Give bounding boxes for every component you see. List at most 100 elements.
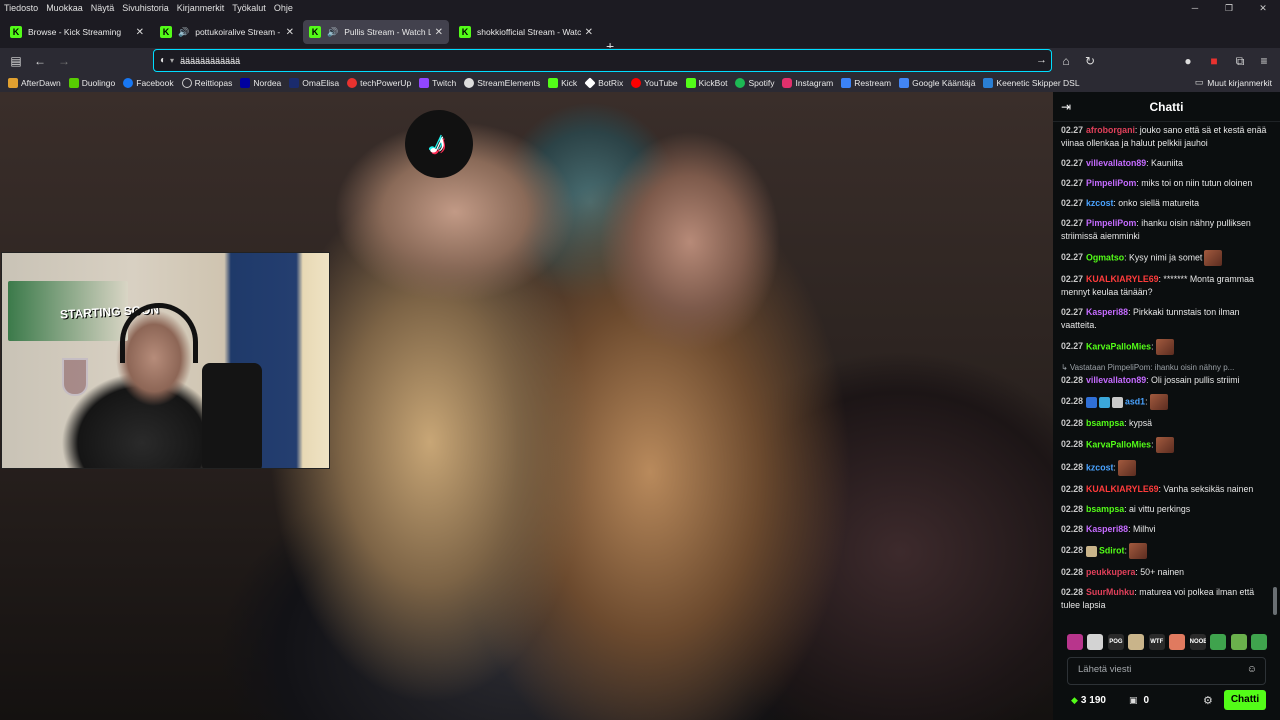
video-player[interactable]: ♪ STARTING SOON [0, 92, 1053, 720]
tab-close-icon[interactable]: ✕ [136, 27, 144, 38]
kick-favicon-icon: K [309, 26, 321, 38]
bookmark-kick[interactable]: Kick [548, 78, 577, 88]
minimize-icon[interactable]: ─ [1178, 0, 1212, 16]
forward-icon[interactable]: → [56, 53, 72, 69]
gift-counter[interactable]: ▣ 0 [1129, 695, 1149, 706]
message-username[interactable]: Ogmatso [1086, 252, 1124, 262]
bookmark-youtube[interactable]: YouTube [631, 78, 678, 88]
tab-pullis-active[interactable]: K 🔊 Pullis Stream - Watch Live o ✕ [303, 20, 449, 44]
bookmark-streamelements[interactable]: StreamElements [464, 78, 540, 88]
reload-icon[interactable]: ↻ [1082, 53, 1098, 69]
quick-emote-icon[interactable]: POG [1107, 634, 1124, 650]
tab-close-icon[interactable]: ✕ [435, 27, 443, 38]
bookmark-instagram[interactable]: Instagram [782, 78, 833, 88]
quick-emote-icon[interactable] [1128, 634, 1145, 650]
account-icon[interactable]: ● [1180, 53, 1196, 69]
message-username[interactable]: villevallaton89 [1086, 158, 1146, 168]
channel-points[interactable]: ◆ 3 190 [1071, 695, 1106, 706]
bookmark-techpowerup[interactable]: techPowerUp [347, 78, 411, 88]
speaker-icon[interactable]: 🔊 [178, 27, 189, 38]
message-username[interactable]: peukkupera [1086, 567, 1135, 577]
message-username[interactable]: kzcost [1086, 462, 1113, 472]
chat-scrollbar[interactable] [1273, 587, 1277, 615]
emoji-icon[interactable]: ☺ [1247, 664, 1257, 675]
bookmark-botrix[interactable]: BotRix [584, 77, 623, 89]
menu-tools[interactable]: Työkalut [228, 0, 270, 16]
message-username[interactable]: asd1 [1125, 396, 1145, 406]
message-time: 02.27 [1061, 252, 1084, 263]
bookmark-nordea[interactable]: Nordea [240, 78, 281, 88]
quick-emote-icon[interactable] [1210, 634, 1227, 650]
tab-shokkiofficial[interactable]: K shokkiofficial Stream - Watc ✕ [453, 20, 599, 44]
bookmark-spotify[interactable]: Spotify [735, 78, 774, 88]
message-username[interactable]: bsampsa [1086, 418, 1124, 428]
extensions-icon[interactable]: ⧉ [1232, 53, 1248, 69]
bookmark-keenetic[interactable]: Keenetic Skipper DSL [983, 78, 1080, 88]
bookmark-facebook[interactable]: Facebook [123, 78, 174, 88]
restore-icon[interactable]: ❐ [1212, 0, 1246, 16]
bookmark-duolingo[interactable]: Duolingo [68, 78, 115, 88]
chat-message: 02.27 PimpeliPom: miks toi on niin tutun … [1061, 177, 1267, 190]
tab-title: Pullis Stream - Watch Live o [344, 27, 431, 37]
chevron-down-icon[interactable]: ▾ [170, 56, 174, 65]
message-username[interactable]: Sdirot [1099, 545, 1124, 555]
back-icon[interactable]: ← [32, 53, 48, 69]
menu-help[interactable]: Ohje [270, 0, 297, 16]
bookmark-kickbot[interactable]: KickBot [685, 78, 727, 88]
quick-emote-icon[interactable]: WTF [1148, 634, 1165, 650]
quick-emote-icon[interactable] [1230, 634, 1247, 650]
message-username[interactable]: KUALKIARYLE69 [1086, 484, 1159, 494]
tab-browse-kick[interactable]: K Browse - Kick Streaming ✕ [4, 20, 150, 44]
sidebar-icon[interactable]: ▤ [8, 53, 24, 69]
quick-emote-icon[interactable] [1067, 634, 1083, 650]
home-icon[interactable]: ⌂ [1058, 53, 1074, 69]
message-username[interactable]: afroborgani [1086, 125, 1135, 135]
bookmark-twitch[interactable]: Twitch [419, 78, 456, 88]
quick-emote-icon[interactable] [1250, 634, 1267, 650]
message-username[interactable]: KarvaPalloMies [1086, 341, 1151, 351]
menu-view[interactable]: Näytä [87, 0, 119, 16]
menu-history[interactable]: Sivuhistoria [118, 0, 173, 16]
quick-emote-icon[interactable]: NOOB [1189, 634, 1206, 650]
tab-title: shokkiofficial Stream - Watc [477, 27, 581, 37]
site-identity-icon[interactable]: ◐ [160, 55, 166, 66]
chat-message: 02.28 peukkupera: 50+ nainen [1061, 566, 1267, 579]
message-username[interactable]: Kasperi88 [1086, 524, 1128, 534]
message-username[interactable]: Kasperi88 [1086, 307, 1128, 317]
message-username[interactable]: villevallaton89 [1086, 375, 1146, 385]
message-username[interactable]: PimpeliPom [1086, 178, 1136, 188]
chat-emote-icon [1155, 339, 1174, 355]
message-username[interactable]: KarvaPalloMies [1086, 439, 1151, 449]
send-chat-button[interactable]: Chatti [1224, 690, 1266, 710]
quick-emote-icon[interactable] [1087, 634, 1104, 650]
bookmark-restream[interactable]: Restream [841, 78, 891, 88]
quick-emote-icon[interactable] [1169, 634, 1186, 650]
tab-close-icon[interactable]: ✕ [585, 27, 593, 38]
bookmark-reittiopas[interactable]: Reittiopas [181, 78, 232, 88]
address-bar[interactable]: ◐ ▾ → [153, 49, 1052, 72]
bookmark-google-translate[interactable]: Google Kääntäjä [899, 78, 975, 88]
message-username[interactable]: SuurMuhku [1086, 587, 1134, 597]
bookmark-omaelisa[interactable]: OmaElisa [289, 78, 339, 88]
extension-badge-icon[interactable]: ■ [1206, 53, 1222, 69]
bookmark-afterdawn[interactable]: AfterDawn [8, 78, 61, 88]
url-input[interactable] [180, 55, 1001, 66]
other-bookmarks[interactable]: ▭ Muut kirjanmerkit [1195, 77, 1272, 88]
message-username[interactable]: kzcost [1086, 198, 1113, 208]
tab-pottukoiralive[interactable]: K 🔊 pottukoiralive Stream - Wat ✕ [154, 20, 300, 44]
menu-edit[interactable]: Muokkaa [42, 0, 87, 16]
speaker-icon[interactable]: 🔊 [327, 27, 338, 38]
app-menu-icon[interactable]: ≡ [1256, 53, 1272, 69]
message-username[interactable]: PimpeliPom [1086, 218, 1136, 228]
gear-icon[interactable]: ⚙ [1203, 694, 1213, 707]
tab-close-icon[interactable]: ✕ [286, 27, 294, 38]
menu-file[interactable]: Tiedosto [0, 0, 42, 16]
message-username[interactable]: bsampsa [1086, 504, 1124, 514]
menu-bookmarks[interactable]: Kirjanmerkit [173, 0, 229, 16]
close-window-icon[interactable]: ✕ [1246, 0, 1280, 16]
kickbot-icon [685, 78, 696, 88]
message-username[interactable]: KUALKIARYLE69 [1086, 274, 1159, 284]
chat-input[interactable] [1078, 664, 1238, 675]
chat-input-container[interactable]: ☺ [1067, 657, 1266, 685]
go-arrow-icon[interactable]: → [1036, 54, 1047, 66]
